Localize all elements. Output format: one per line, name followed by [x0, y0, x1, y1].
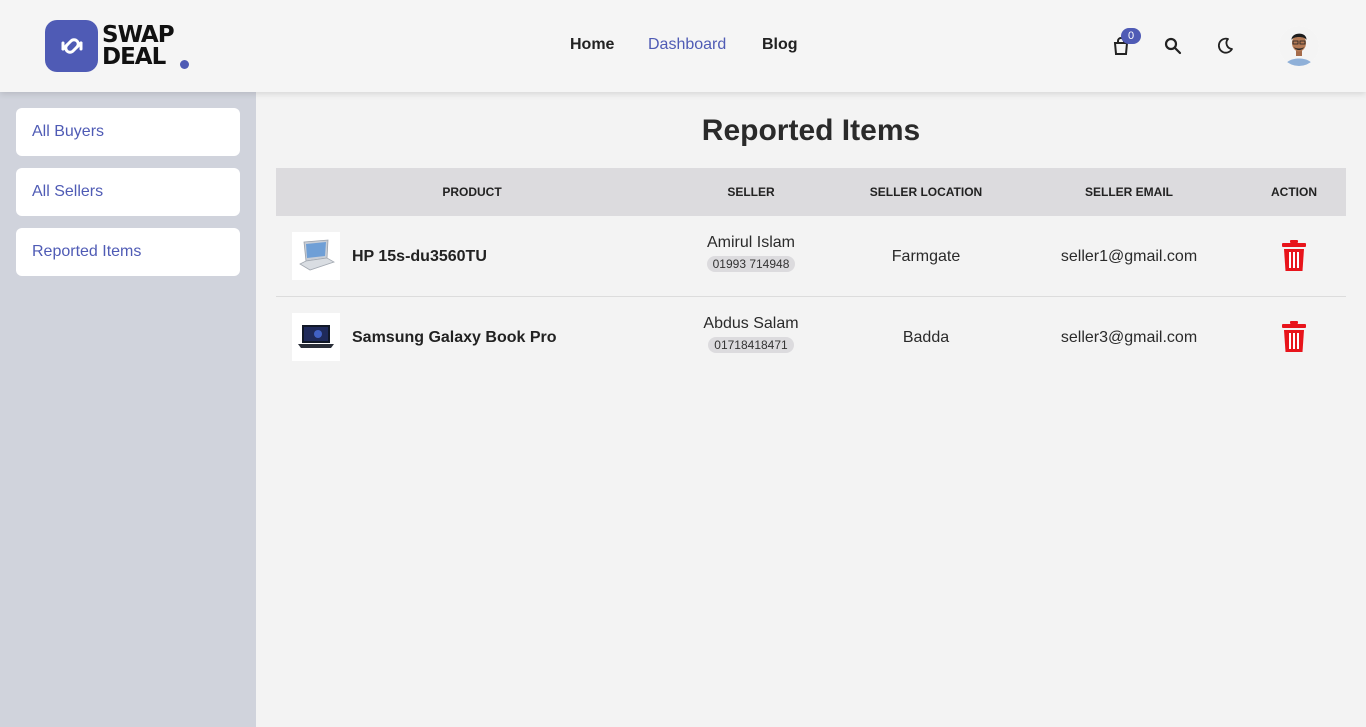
header-seller: Seller: [727, 185, 775, 199]
moon-icon[interactable]: [1213, 34, 1237, 58]
seller-name: Amirul Islam: [706, 234, 795, 251]
seller-location: Farmgate: [891, 248, 961, 265]
seller-email: seller3@gmail.com: [1060, 329, 1198, 346]
nav-dashboard[interactable]: Dashboard: [648, 36, 726, 54]
reported-items-table: Product Seller Seller Location Seller Em…: [276, 168, 1346, 378]
table-row: Samsung Galaxy Book Pro Abdus Salam 0171…: [276, 297, 1346, 378]
seller-info: Abdus Salam 01718418471: [681, 315, 821, 354]
trash-icon[interactable]: [1281, 240, 1307, 272]
seller-name: Abdus Salam: [703, 315, 799, 332]
seller-location: Badda: [902, 329, 950, 346]
sidebar-item-all-buyers[interactable]: All Buyers: [16, 108, 240, 156]
table-row: HP 15s-du3560TU Amirul Islam 01993 71494…: [276, 216, 1346, 297]
header-product: Product: [442, 185, 502, 199]
header-seller-location: Seller Location: [869, 185, 983, 199]
seller-phone-badge: 01993 714948: [706, 256, 796, 272]
header-seller-email: Seller Email: [1084, 185, 1173, 199]
seller-email: seller1@gmail.com: [1060, 248, 1198, 265]
seller-phone-badge: 01718418471: [708, 337, 794, 353]
product-thumbnail: [292, 313, 340, 361]
nav-blog[interactable]: Blog: [762, 36, 798, 54]
user-avatar[interactable]: [1279, 26, 1319, 66]
brand-dot: [180, 60, 189, 69]
seller-info: Amirul Islam 01993 714948: [681, 234, 821, 273]
product-name: HP 15s-du3560TU: [352, 248, 487, 265]
trash-icon[interactable]: [1281, 321, 1307, 353]
nav-home[interactable]: Home: [570, 36, 614, 54]
search-icon[interactable]: [1161, 34, 1185, 58]
cart-count-badge: 0: [1121, 28, 1141, 44]
main-content: Reported Items Product Seller Seller Loc…: [256, 92, 1366, 727]
top-navbar: SWAP DEAL Home Dashboard Blog 0: [0, 0, 1366, 92]
sidebar-item-reported-items[interactable]: Reported Items: [16, 228, 240, 276]
page-title: Reported Items: [701, 114, 921, 147]
product-thumbnail: [292, 232, 340, 280]
sidebar: All Buyers All Sellers Reported Items: [0, 92, 256, 727]
product-name: Samsung Galaxy Book Pro: [352, 329, 557, 346]
sidebar-item-all-sellers[interactable]: All Sellers: [16, 168, 240, 216]
header-action: Action: [1271, 185, 1317, 199]
table-header: Product Seller Seller Location Seller Em…: [276, 168, 1346, 216]
